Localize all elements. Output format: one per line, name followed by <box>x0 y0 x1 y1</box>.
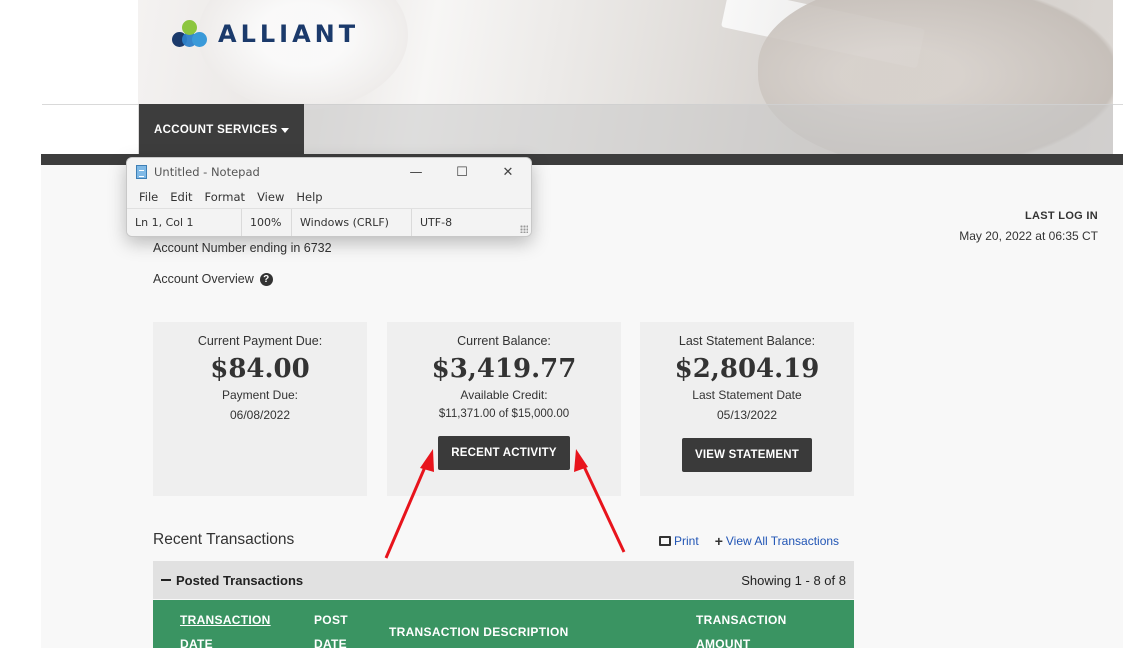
last-login: LAST LOG IN May 20, 2022 at 06:35 CT <box>958 206 1098 246</box>
posted-transactions-bar[interactable]: Posted Transactions Showing 1 - 8 of 8 <box>153 561 854 599</box>
recent-transactions-title: Recent Transactions <box>153 531 295 548</box>
col-amount-line2: AMOUNT <box>696 637 751 648</box>
status-line-ending: Windows (CRLF) <box>292 209 412 236</box>
card-amount: $3,419.77 <box>431 354 577 384</box>
col-post-date-line1: POST <box>314 613 348 627</box>
account-overview: Account Overview ? <box>153 272 273 286</box>
posted-label: Posted Transactions <box>176 572 304 588</box>
view-all-label: View All Transactions <box>725 534 840 548</box>
card-sub-label: Payment Due: <box>221 388 299 402</box>
status-position: Ln 1, Col 1 <box>127 209 242 236</box>
caret-down-icon <box>281 127 290 133</box>
card-sub-value: $11,371.00 of $15,000.00 <box>438 408 570 420</box>
minimize-icon[interactable]: — <box>393 158 439 186</box>
alliant-logo[interactable]: ALLIANT <box>172 20 359 48</box>
payment-due-card: Current Payment Due: $84.00 Payment Due:… <box>153 322 367 496</box>
status-zoom[interactable]: 100% <box>242 209 292 236</box>
col-transaction-date-line2: DATE <box>180 637 213 648</box>
resize-grip[interactable] <box>520 225 528 233</box>
card-sub-value: 06/08/2022 <box>229 408 291 422</box>
card-sub-label: Last Statement Date <box>692 388 802 402</box>
col-amount: TRANSACTION AMOUNT <box>696 608 787 648</box>
close-icon[interactable]: ✕ <box>485 158 531 186</box>
menu-view[interactable]: View <box>251 190 290 204</box>
transaction-links: Print + View All Transactions <box>659 533 839 549</box>
showing-count: Showing 1 - 8 of 8 <box>741 572 846 588</box>
col-transaction-date[interactable]: TRANSACTION DATE <box>180 608 271 648</box>
notepad-icon <box>136 165 147 179</box>
account-number: Account Number ending in 6732 <box>153 241 332 255</box>
notepad-menubar: File Edit Format View Help <box>127 186 531 208</box>
view-all-transactions-link[interactable]: + View All Transactions <box>715 533 839 549</box>
collapse-icon <box>161 579 171 581</box>
notepad-title: Untitled - Notepad <box>154 165 260 179</box>
notepad-titlebar[interactable]: Untitled - Notepad — ☐ ✕ <box>127 158 531 186</box>
card-amount: $84.00 <box>210 354 310 384</box>
menu-file[interactable]: File <box>133 190 164 204</box>
notepad-window[interactable]: Untitled - Notepad — ☐ ✕ File Edit Forma… <box>126 157 532 237</box>
card-title: Current Balance: <box>457 334 551 348</box>
print-link[interactable]: Print <box>659 533 699 549</box>
status-encoding: UTF-8 <box>420 216 453 229</box>
nav-account-services[interactable]: ACCOUNT SERVICES <box>139 104 304 156</box>
col-post-date-line2: DATE <box>314 637 347 648</box>
card-sub-value: 05/13/2022 <box>716 408 778 422</box>
col-post-date: POST DATE <box>314 608 348 648</box>
transactions-table-header: TRANSACTION DATE POST DATE TRANSACTION D… <box>153 600 854 648</box>
print-icon <box>659 536 671 546</box>
menu-edit[interactable]: Edit <box>164 190 198 204</box>
nav-account-services-label: ACCOUNT SERVICES <box>154 124 278 136</box>
last-login-label: LAST LOG IN <box>1025 210 1098 222</box>
view-statement-button[interactable]: VIEW STATEMENT <box>682 438 812 472</box>
maximize-icon[interactable]: ☐ <box>439 158 485 186</box>
card-title: Current Payment Due: <box>197 334 323 348</box>
help-icon[interactable]: ? <box>259 272 273 286</box>
col-transaction-date-line1: TRANSACTION <box>180 613 271 627</box>
recent-activity-button[interactable]: RECENT ACTIVITY <box>438 436 570 470</box>
account-overview-label: Account Overview <box>153 272 254 286</box>
plus-icon: + <box>714 533 723 549</box>
last-login-value: May 20, 2022 at 06:35 CT <box>959 229 1098 243</box>
col-amount-line1: TRANSACTION <box>696 613 787 627</box>
menu-help[interactable]: Help <box>290 190 328 204</box>
current-balance-card: Current Balance: $3,419.77 Available Cre… <box>387 322 621 496</box>
print-label: Print <box>674 534 699 548</box>
card-amount: $2,804.19 <box>674 354 820 384</box>
hero-cup-image <box>198 0 408 110</box>
last-statement-card: Last Statement Balance: $2,804.19 Last S… <box>640 322 854 496</box>
logo-icon <box>172 20 210 48</box>
col-description: TRANSACTION DESCRIPTION <box>389 625 569 639</box>
menu-format[interactable]: Format <box>199 190 252 204</box>
card-title: Last Statement Balance: <box>678 334 816 348</box>
notepad-statusbar: Ln 1, Col 1 100% Windows (CRLF) UTF-8 <box>127 208 531 236</box>
card-sub-label: Available Credit: <box>460 388 548 402</box>
logo-text: ALLIANT <box>218 20 360 48</box>
